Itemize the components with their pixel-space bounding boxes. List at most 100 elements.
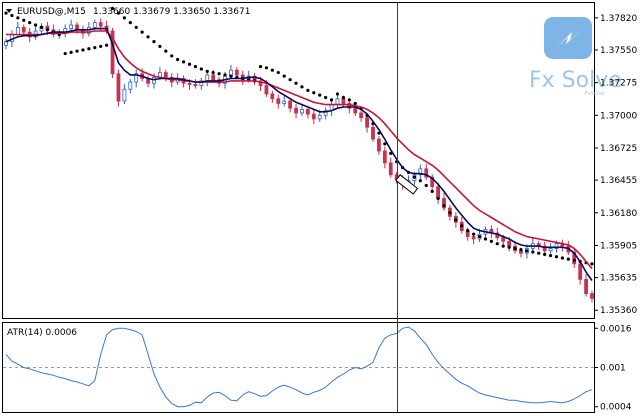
candle-body (282, 100, 287, 104)
sar-dot (164, 49, 168, 53)
candle-body (21, 26, 26, 33)
symbol-label: EURUSD@,M15 (17, 7, 86, 17)
candle-body (211, 74, 216, 81)
candle-body (317, 114, 322, 120)
sar-dot (229, 74, 233, 78)
sar-dot (4, 11, 8, 15)
candle-body (382, 150, 387, 164)
candle-body (388, 162, 393, 176)
sar-dot (22, 18, 26, 22)
sar-dot (312, 91, 316, 95)
sar-dot (430, 189, 434, 193)
watermark-sub: FxSolve (585, 91, 605, 97)
atr-tick-label: 0.001 (600, 364, 626, 374)
candle-body (294, 107, 298, 114)
candle-body (590, 293, 594, 299)
sar-dot (418, 179, 422, 183)
sar-dot (294, 81, 298, 85)
sar-dot (140, 30, 144, 34)
price-tick-label: 1.37820 (600, 14, 637, 24)
chart-canvas: Fx Solve FxSolve 1.378201.375501.372751.… (0, 0, 640, 416)
sar-dot (63, 51, 67, 56)
sar-dot (531, 250, 535, 254)
candle-body (270, 93, 275, 100)
sar-dot (454, 218, 458, 222)
sar-dot (483, 237, 488, 241)
candle-body (359, 112, 364, 119)
sar-dot (300, 85, 304, 89)
sar-dot (146, 35, 150, 39)
sar-dot (158, 44, 162, 49)
candle-body (341, 98, 346, 104)
sar-dot (560, 256, 565, 260)
candle-body (69, 24, 74, 29)
price-tick-label: 1.35360 (600, 306, 637, 316)
sar-dot (477, 234, 482, 239)
ohlc-label: 1.33660 1.33679 1.33650 1.33671 (93, 7, 250, 17)
candle-body (335, 98, 340, 106)
price-tick-label: 1.37000 (600, 111, 637, 121)
price-tick-label: 1.36725 (600, 144, 637, 154)
sar-dot (489, 239, 493, 243)
sar-dot (537, 251, 541, 255)
candle-body (311, 113, 316, 120)
sar-dot (424, 183, 428, 188)
candle-body (205, 74, 210, 82)
sar-dot (134, 25, 138, 29)
candle-body (377, 138, 381, 152)
sar-dot (223, 73, 227, 77)
candle-body (436, 186, 441, 199)
sar-dot (205, 69, 209, 73)
sar-dot (170, 54, 174, 58)
main-header: EURUSD@,M15 1.33660 1.33679 1.33650 1.33… (6, 7, 250, 17)
sar-dot (519, 248, 523, 252)
sar-dot (28, 21, 32, 25)
sar-dot (99, 44, 103, 49)
sar-dot (495, 242, 499, 246)
candle-body (353, 107, 358, 114)
sar-dot (282, 74, 286, 78)
sar-dot (442, 204, 446, 208)
candle-body (276, 98, 281, 104)
sar-dot (341, 95, 345, 100)
sar-dot (217, 72, 221, 76)
price-tick-label: 1.35635 (600, 274, 637, 284)
sar-dot (306, 88, 310, 92)
sar-dot (347, 98, 351, 102)
sar-dot (572, 258, 576, 262)
sar-dot (176, 57, 180, 62)
price-tick-label: 1.37275 (600, 79, 637, 89)
background (0, 0, 640, 416)
candle-body (288, 100, 293, 109)
sar-dot (211, 70, 215, 75)
sar-dot (501, 244, 505, 248)
sar-dot (554, 255, 559, 259)
candle-body (92, 22, 97, 28)
candle-body (98, 22, 103, 27)
sar-dot (525, 249, 529, 253)
candle-body (305, 108, 310, 115)
sar-dot (270, 68, 274, 72)
price-tick-label: 1.37550 (600, 46, 637, 56)
candle-body (471, 236, 476, 240)
sar-dot (472, 232, 476, 236)
sar-dot (460, 224, 464, 228)
sar-dot (436, 196, 440, 201)
sar-dot (152, 40, 156, 44)
sar-dot (181, 60, 186, 64)
sar-dot (318, 93, 322, 97)
atr-header: ATR(14) 0.0006 (7, 328, 77, 338)
sar-dot (590, 262, 594, 266)
sar-dot (353, 101, 357, 106)
chart-window: Fx Solve FxSolve 1.37820 1.37550 1.37275 1.… (0, 0, 640, 416)
sar-dot (507, 245, 511, 249)
candle-body (507, 240, 512, 247)
sar-dot (193, 65, 198, 69)
sar-dot (329, 98, 334, 102)
sar-dot (335, 92, 340, 96)
candle-body (122, 88, 127, 102)
candle-body (584, 278, 588, 295)
sar-dot (128, 21, 132, 25)
candle-body (15, 26, 20, 35)
sar-dot (288, 78, 292, 82)
